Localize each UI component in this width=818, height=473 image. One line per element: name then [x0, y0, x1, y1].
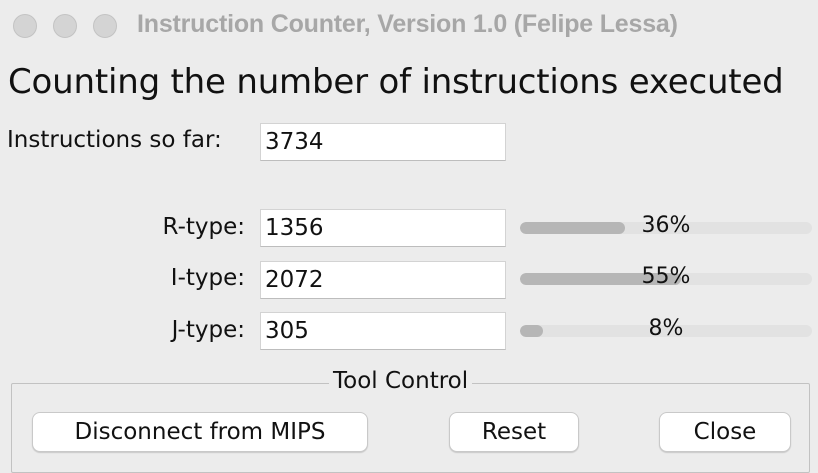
r-type-label: R-type:: [162, 214, 245, 240]
i-type-count-field[interactable]: 2072: [260, 261, 506, 299]
j-type-label: J-type:: [171, 317, 245, 343]
page-heading: Counting the number of instructions exec…: [8, 62, 784, 102]
title-bar: Instruction Counter, Version 1.0 (Felipe…: [0, 0, 818, 52]
reset-button[interactable]: Reset: [449, 412, 579, 452]
r-type-percent: 36%: [641, 213, 691, 238]
window-close-button[interactable]: [13, 14, 37, 38]
tool-control-title: Tool Control: [329, 368, 473, 394]
disconnect-from-mips-button[interactable]: Disconnect from MIPS: [32, 412, 368, 452]
r-type-count-field[interactable]: 1356: [260, 209, 506, 247]
instructions-so-far-field[interactable]: 3734: [260, 123, 506, 161]
close-button[interactable]: Close: [659, 412, 791, 452]
j-type-count-field[interactable]: 305: [260, 312, 506, 350]
j-type-progress-fill: [520, 325, 544, 337]
j-type-percent: 8%: [648, 316, 684, 341]
i-type-percent: 55%: [641, 264, 691, 289]
window-minimize-button[interactable]: [53, 14, 77, 38]
window-title: Instruction Counter, Version 1.0 (Felipe…: [137, 10, 678, 38]
i-type-label: I-type:: [170, 265, 245, 291]
window-zoom-button[interactable]: [93, 14, 117, 38]
instructions-so-far-label: Instructions so far:: [7, 127, 222, 153]
r-type-progress-fill: [520, 222, 626, 234]
